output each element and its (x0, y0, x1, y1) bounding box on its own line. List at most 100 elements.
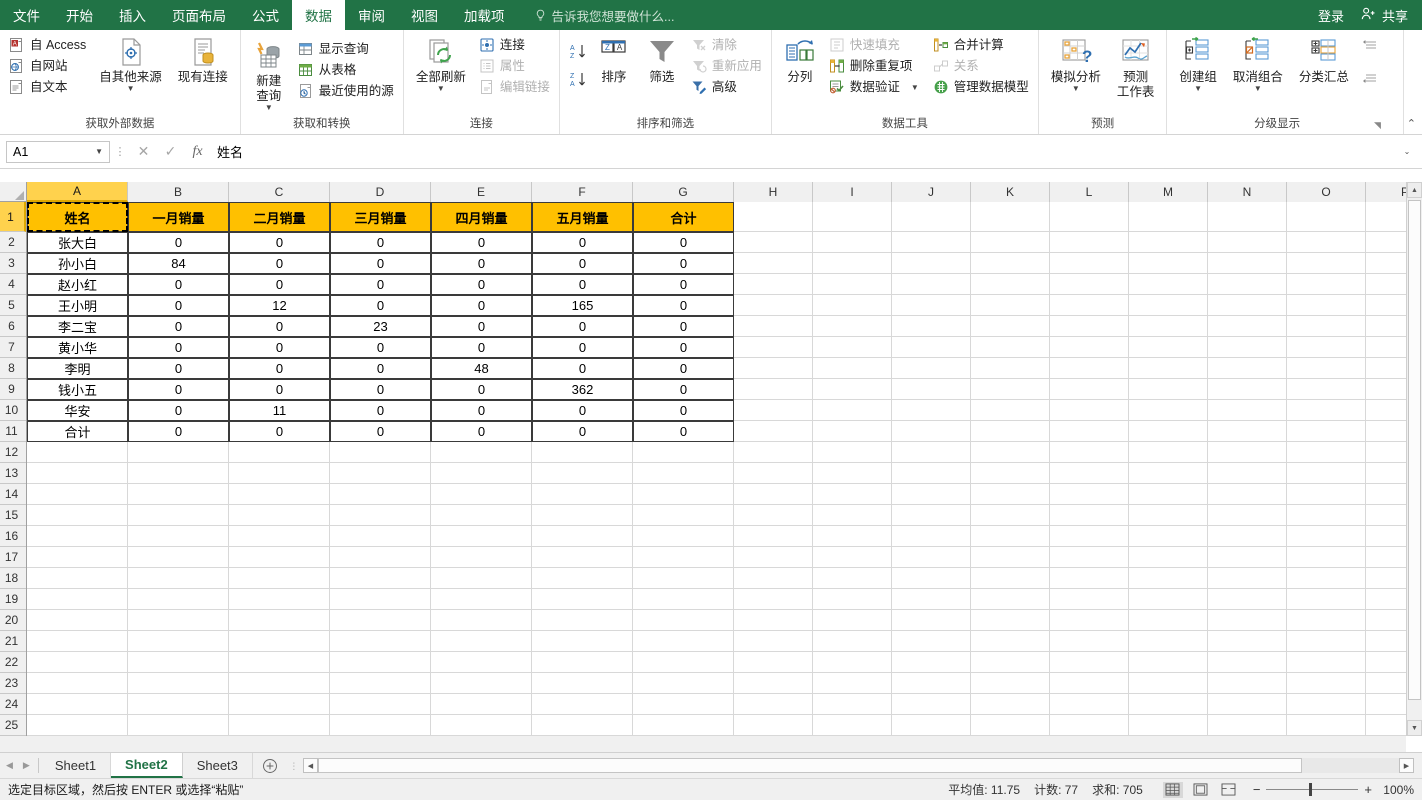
cell-F7[interactable]: 0 (532, 337, 633, 358)
cell-E22[interactable] (431, 652, 532, 673)
cell-H18[interactable] (734, 568, 813, 589)
cell-L4[interactable] (1050, 274, 1129, 295)
cell-E8[interactable]: 48 (431, 358, 532, 379)
cell-A20[interactable] (27, 610, 128, 631)
ribbon-tab-6[interactable]: 审阅 (345, 0, 398, 30)
cell-H23[interactable] (734, 673, 813, 694)
cell-A17[interactable] (27, 547, 128, 568)
column-header-I[interactable]: I (813, 182, 892, 202)
cell-G1[interactable]: 合计 (633, 202, 734, 232)
insert-function-button[interactable]: fx (184, 141, 211, 163)
cell-H14[interactable] (734, 484, 813, 505)
from-table-button[interactable]: 从表格 (295, 61, 397, 79)
row-header-23[interactable]: 23 (0, 673, 26, 694)
row-header-2[interactable]: 2 (0, 232, 26, 253)
cell-F18[interactable] (532, 568, 633, 589)
cell-F19[interactable] (532, 589, 633, 610)
cell-K9[interactable] (971, 379, 1050, 400)
cell-G22[interactable] (633, 652, 734, 673)
cell-L20[interactable] (1050, 610, 1129, 631)
cell-J20[interactable] (892, 610, 971, 631)
vertical-scrollbar[interactable]: ▲ ▼ (1406, 182, 1422, 736)
cell-D3[interactable]: 0 (330, 253, 431, 274)
cell-B23[interactable] (128, 673, 229, 694)
cell-K17[interactable] (971, 547, 1050, 568)
cell-P14[interactable] (1366, 484, 1406, 505)
cell-C13[interactable] (229, 463, 330, 484)
cell-B24[interactable] (128, 694, 229, 715)
cell-C16[interactable] (229, 526, 330, 547)
cell-L17[interactable] (1050, 547, 1129, 568)
cell-N10[interactable] (1208, 400, 1287, 421)
cell-N8[interactable] (1208, 358, 1287, 379)
cell-D7[interactable]: 0 (330, 337, 431, 358)
cell-B4[interactable]: 0 (128, 274, 229, 295)
cell-K2[interactable] (971, 232, 1050, 253)
column-header-K[interactable]: K (971, 182, 1050, 202)
cell-J1[interactable] (892, 202, 971, 232)
scroll-right-button[interactable]: ▶ (1399, 758, 1414, 773)
cell-B10[interactable]: 0 (128, 400, 229, 421)
cell-B1[interactable]: 一月销量 (128, 202, 229, 232)
cell-D24[interactable] (330, 694, 431, 715)
cell-E25[interactable] (431, 715, 532, 736)
cell-P9[interactable] (1366, 379, 1406, 400)
cell-I24[interactable] (813, 694, 892, 715)
cell-H24[interactable] (734, 694, 813, 715)
row-header-12[interactable]: 12 (0, 442, 26, 463)
cell-N3[interactable] (1208, 253, 1287, 274)
cell-E19[interactable] (431, 589, 532, 610)
cell-G5[interactable]: 0 (633, 295, 734, 316)
cell-O2[interactable] (1287, 232, 1366, 253)
cell-K22[interactable] (971, 652, 1050, 673)
cell-L18[interactable] (1050, 568, 1129, 589)
flash-fill-button[interactable]: 快速填充 (826, 36, 922, 54)
cell-K16[interactable] (971, 526, 1050, 547)
ribbon-tab-1[interactable]: 开始 (53, 0, 106, 30)
cell-L1[interactable] (1050, 202, 1129, 232)
cell-N11[interactable] (1208, 421, 1287, 442)
cell-N12[interactable] (1208, 442, 1287, 463)
cell-A8[interactable]: 李明 (27, 358, 128, 379)
cell-K14[interactable] (971, 484, 1050, 505)
cell-B2[interactable]: 0 (128, 232, 229, 253)
cell-E10[interactable]: 0 (431, 400, 532, 421)
relationships-button[interactable]: 关系 (930, 57, 1032, 75)
cell-F25[interactable] (532, 715, 633, 736)
tab-splitter-grip[interactable]: ⋮ (287, 753, 301, 778)
cell-A9[interactable]: 钱小五 (27, 379, 128, 400)
cell-H8[interactable] (734, 358, 813, 379)
cell-D16[interactable] (330, 526, 431, 547)
cell-J16[interactable] (892, 526, 971, 547)
manage-data-model-button[interactable]: 管理数据模型 (930, 78, 1032, 96)
cell-F17[interactable] (532, 547, 633, 568)
cell-L14[interactable] (1050, 484, 1129, 505)
ungroup-button[interactable]: 取消组合 ▼ (1227, 34, 1289, 94)
cell-G19[interactable] (633, 589, 734, 610)
cell-C5[interactable]: 12 (229, 295, 330, 316)
cell-J5[interactable] (892, 295, 971, 316)
cell-A5[interactable]: 王小明 (27, 295, 128, 316)
cell-N7[interactable] (1208, 337, 1287, 358)
cell-O16[interactable] (1287, 526, 1366, 547)
cell-D13[interactable] (330, 463, 431, 484)
cell-I7[interactable] (813, 337, 892, 358)
cell-F20[interactable] (532, 610, 633, 631)
cell-L2[interactable] (1050, 232, 1129, 253)
cell-H4[interactable] (734, 274, 813, 295)
cell-M14[interactable] (1129, 484, 1208, 505)
cell-I19[interactable] (813, 589, 892, 610)
cell-K6[interactable] (971, 316, 1050, 337)
row-header-4[interactable]: 4 (0, 274, 26, 295)
cell-K12[interactable] (971, 442, 1050, 463)
cell-K8[interactable] (971, 358, 1050, 379)
cell-J12[interactable] (892, 442, 971, 463)
cell-O11[interactable] (1287, 421, 1366, 442)
cell-D12[interactable] (330, 442, 431, 463)
cell-E4[interactable]: 0 (431, 274, 532, 295)
sheet-tab-sheet2[interactable]: Sheet2 (111, 753, 183, 778)
cell-K13[interactable] (971, 463, 1050, 484)
cell-P17[interactable] (1366, 547, 1406, 568)
cell-D23[interactable] (330, 673, 431, 694)
hide-detail-button[interactable] (1359, 68, 1381, 86)
